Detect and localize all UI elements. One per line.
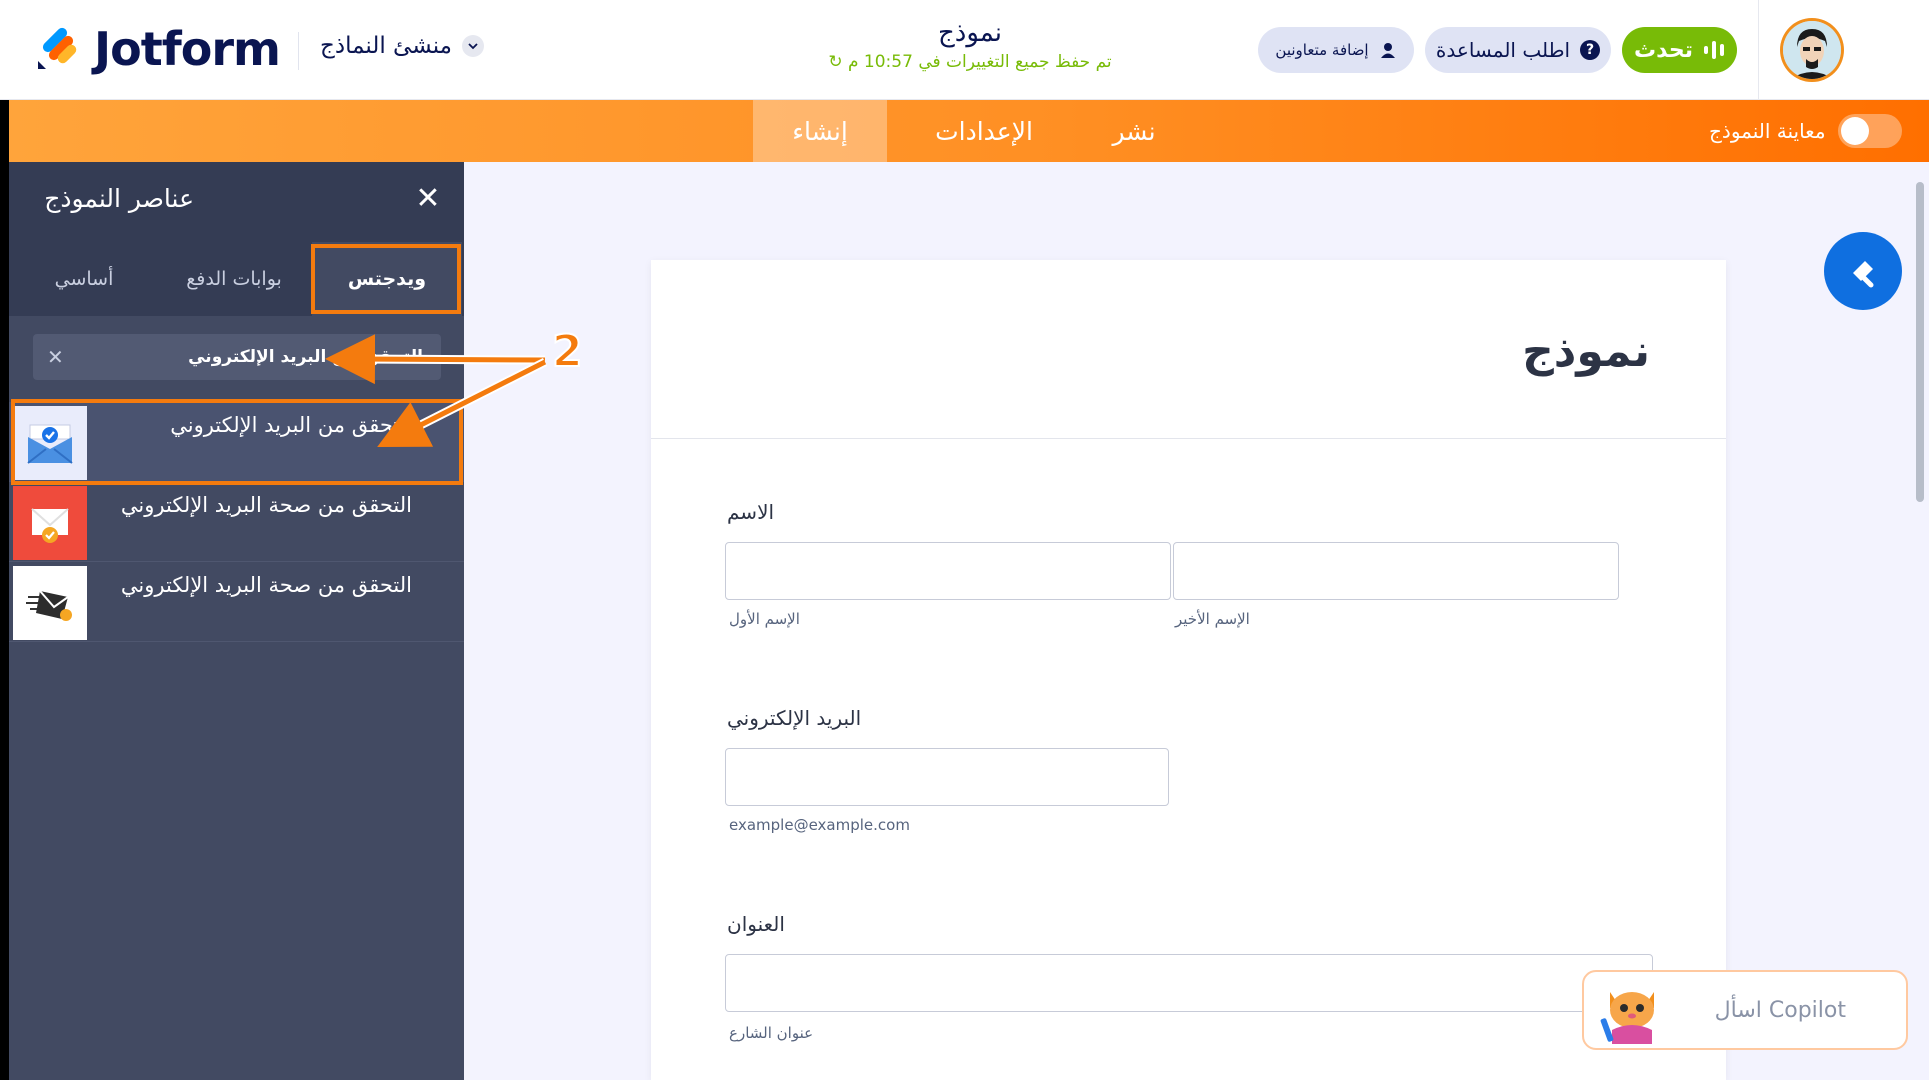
highlight-first-result	[11, 399, 463, 485]
header-separator	[1758, 0, 1759, 100]
email-field[interactable]	[725, 748, 1169, 806]
form-title[interactable]: نموذج	[780, 18, 1160, 48]
name-label: الاسم	[727, 500, 775, 524]
form-divider	[651, 438, 1726, 439]
highlight-widgets-tab	[311, 244, 461, 314]
panel-header: عناصر النموذج ✕	[9, 162, 464, 242]
panel-title: عناصر النموذج	[44, 184, 194, 213]
widget-result-label: التحقق من صحة البريد الإلكتروني	[120, 493, 412, 517]
refresh-icon: ↻	[828, 52, 843, 72]
jotform-logo[interactable]: Jotform	[36, 22, 281, 76]
street-sublabel: عنوان الشارع	[729, 1024, 814, 1042]
first-name-field[interactable]	[725, 542, 1171, 600]
first-name-sublabel: الإسم الأول	[729, 610, 800, 628]
widget-result-email-validator[interactable]: التحقق من صحة البريد الإلكتروني	[9, 482, 464, 562]
logo-wordmark: Jotform	[94, 22, 281, 76]
step-number-annotation: 2	[551, 325, 584, 378]
form-canvas: نموذج الاسم الإسم الأول الإسم الأخير الب…	[464, 162, 1929, 1080]
form-elements-panel: عناصر النموذج ✕ أساسي بوابات الدفع ويدجت…	[9, 162, 464, 1080]
user-icon	[1380, 43, 1395, 58]
left-edge	[0, 100, 9, 1080]
email-validation-red-icon	[13, 486, 87, 560]
help-label: اطلب المساعدة	[1435, 38, 1571, 62]
last-name-sublabel: الإسم الأخير	[1175, 610, 1250, 628]
email-send-check-icon	[13, 566, 87, 640]
collab-label: إضافة متعاونين	[1275, 41, 1369, 59]
form-title-block: نموذج ↻ تم حفظ جميع التغييرات في 10:57 م	[780, 18, 1160, 72]
saved-status-text: تم حفظ جميع التغييرات في 10:57 م	[847, 52, 1112, 72]
tab-settings[interactable]: الإعدادات	[909, 100, 1059, 162]
widget-result-email-validation-2[interactable]: التحقق من صحة البريد الإلكتروني	[9, 562, 464, 642]
tab-basic[interactable]: أساسي	[9, 242, 159, 316]
voice-bars-icon	[1703, 41, 1724, 59]
preview-form-toggle[interactable]: معاينة النموذج	[1709, 114, 1902, 148]
tab-create[interactable]: إنشاء	[753, 100, 887, 162]
get-help-button[interactable]: اطلب المساعدة ?	[1425, 27, 1611, 73]
form-card: نموذج الاسم الإسم الأول الإسم الأخير الب…	[651, 260, 1726, 1080]
street-address-field[interactable]	[725, 954, 1653, 1012]
search-query: التحقق من البريد الإلكتروني	[188, 347, 423, 367]
question-icon: ?	[1580, 40, 1601, 60]
copilot-cat-icon	[1600, 992, 1654, 1044]
avatar[interactable]	[1780, 18, 1844, 82]
copilot-label: اسأل Copilot	[1714, 997, 1846, 1023]
builder-label: منشئ النماذج	[320, 33, 452, 59]
preview-switch[interactable]	[1837, 114, 1902, 148]
preview-label: معاينة النموذج	[1709, 119, 1826, 143]
email-label: البريد الإلكتروني	[727, 706, 862, 730]
widget-search-input[interactable]: ✕ التحقق من البريد الإلكتروني	[33, 334, 441, 380]
tab-publish[interactable]: نشر	[1079, 100, 1189, 162]
close-icon[interactable]: ✕	[413, 184, 443, 214]
ask-copilot-button[interactable]: اسأل Copilot	[1582, 970, 1908, 1050]
builder-navbar: إنشاء الإعدادات نشر معاينة النموذج	[9, 100, 1929, 162]
logo-divider	[298, 32, 299, 70]
paint-roller-icon	[1853, 261, 1874, 288]
switch-knob	[1840, 117, 1869, 145]
jotform-logo-icon	[38, 27, 77, 69]
chevron-down-icon	[462, 35, 484, 57]
tab-payments[interactable]: بوابات الدفع	[159, 242, 309, 316]
form-heading[interactable]: نموذج	[1522, 326, 1650, 377]
widget-result-label: التحقق من صحة البريد الإلكتروني	[120, 573, 412, 597]
last-name-field[interactable]	[1173, 542, 1619, 600]
email-sublabel: example@example.com	[729, 816, 910, 834]
talk-button[interactable]: تحدث	[1622, 27, 1737, 73]
canvas-scrollbar[interactable]	[1916, 182, 1924, 502]
add-collaborators-button[interactable]: إضافة متعاونين	[1258, 27, 1414, 73]
avatar-image	[1783, 21, 1841, 79]
clear-search-icon[interactable]: ✕	[47, 345, 64, 369]
top-header: Jotform منشئ النماذج نموذج ↻ تم حفظ جميع…	[0, 0, 1929, 100]
talk-label: تحدث	[1634, 37, 1693, 63]
builder-dropdown[interactable]: منشئ النماذج	[320, 33, 484, 59]
address-label: العنوان	[727, 912, 785, 936]
saved-status: ↻ تم حفظ جميع التغييرات في 10:57 م	[780, 52, 1160, 72]
form-designer-button[interactable]	[1824, 232, 1902, 310]
